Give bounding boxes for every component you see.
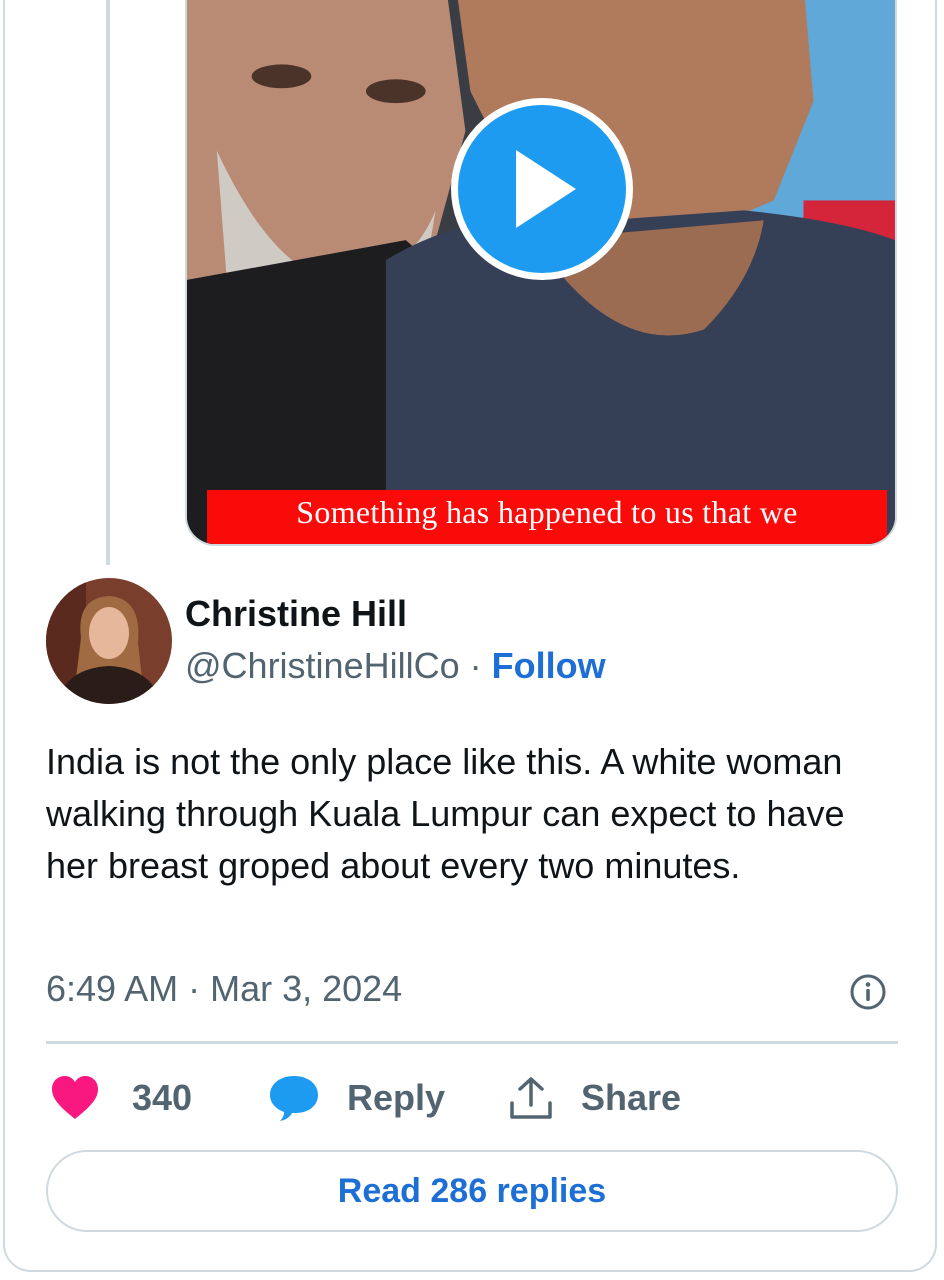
info-icon[interactable] (849, 973, 887, 1011)
tweet-text: India is not the only place like this. A… (46, 741, 845, 886)
follow-button[interactable]: Follow (492, 645, 606, 686)
heart-icon (52, 1076, 98, 1119)
video-caption: Something has happened to us that we (207, 490, 887, 544)
reply-button[interactable]: Reply (268, 1070, 445, 1126)
play-icon (516, 150, 576, 228)
separator-dot: · (469, 645, 482, 686)
avatar-image (46, 578, 172, 704)
avatar[interactable] (46, 578, 172, 704)
divider (46, 1041, 898, 1044)
author-name[interactable]: Christine Hill (185, 593, 407, 635)
read-replies-button[interactable]: Read 286 replies (46, 1150, 898, 1232)
speech-bubble-icon (270, 1076, 318, 1121)
like-count: 340 (132, 1077, 193, 1118)
reply-label: Reply (347, 1077, 446, 1118)
author-handle-row: @ChristineHillCo · Follow (185, 645, 606, 687)
action-bar: 340 Reply Share (46, 1070, 906, 1126)
share-upload-icon (510, 1077, 552, 1119)
tweet-timestamp[interactable]: 6:49 AM · Mar 3, 2024 (46, 968, 402, 1010)
like-button[interactable]: 340 (50, 1070, 192, 1126)
play-button[interactable] (451, 98, 633, 280)
share-button[interactable]: Share (508, 1070, 681, 1126)
share-label: Share (581, 1077, 682, 1118)
author-handle[interactable]: @ChristineHillCo (185, 645, 460, 686)
thread-connector-line (106, 0, 110, 565)
